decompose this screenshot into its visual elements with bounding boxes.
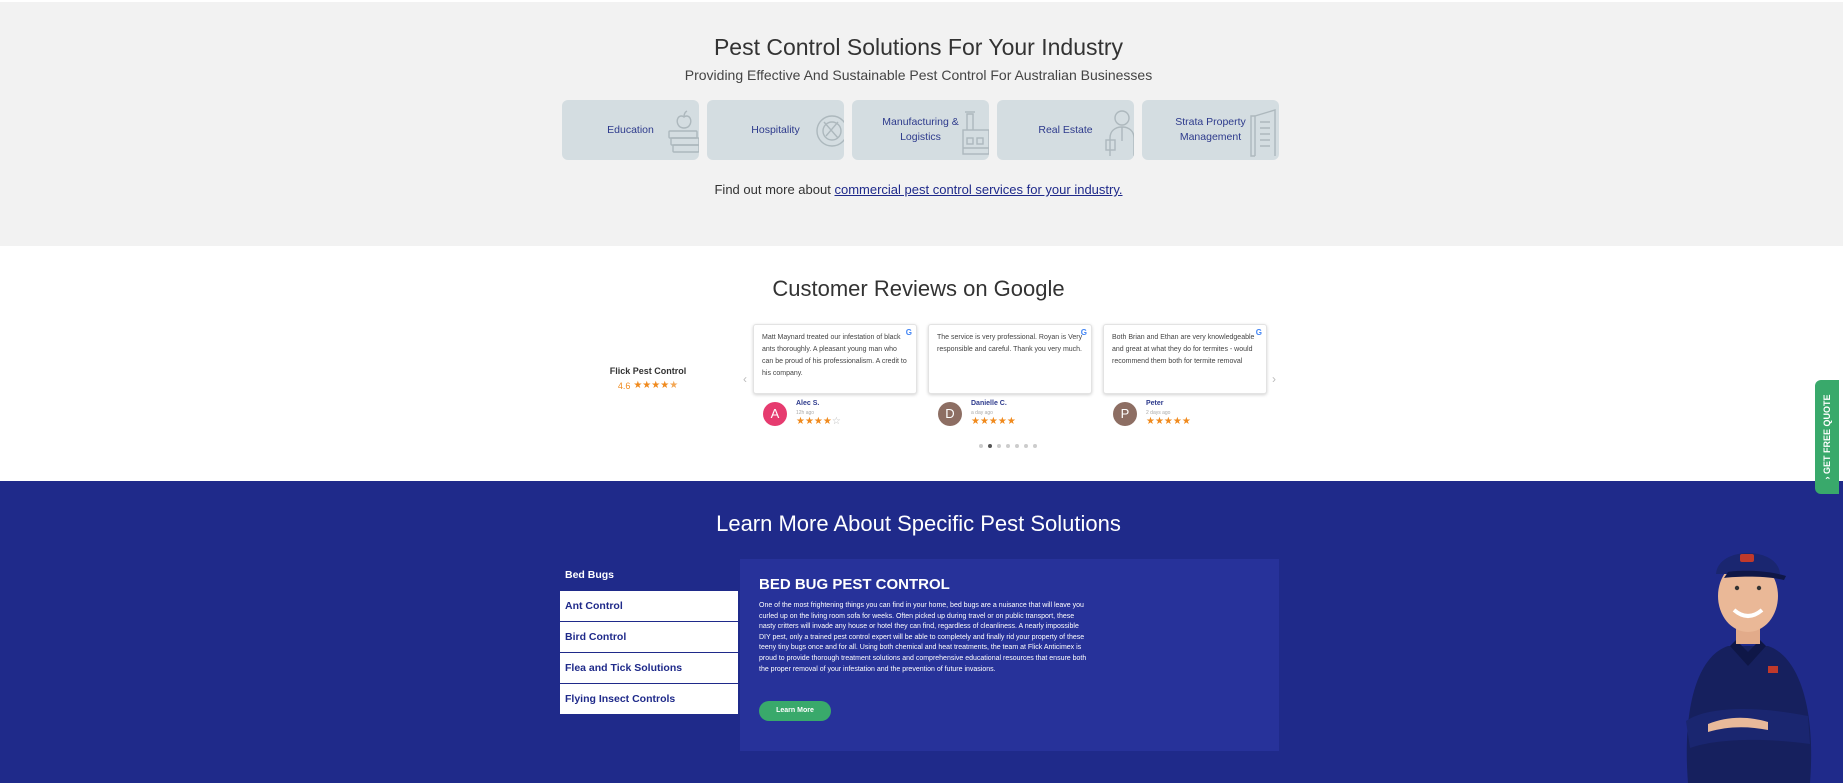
pest-panel: BED BUG PEST CONTROL One of the most fri… (740, 559, 1279, 751)
review-text: The service is very professional. Royan … (937, 334, 1083, 353)
industry-cards: Education Hospitality Manufacturing & Lo… (562, 100, 1279, 160)
brand-rating-value: 4.6 (617, 380, 631, 391)
industry-card-manufacturing[interactable]: Manufacturing & Logistics (852, 100, 989, 160)
industry-title: Pest Control Solutions For Your Industry (713, 34, 1124, 60)
carousel-dot[interactable] (1033, 444, 1037, 448)
review-stars: ★★★★★ (1146, 416, 1191, 427)
industry-card-hospitality[interactable]: Hospitality (707, 100, 844, 160)
reviewer-name: Peter (1146, 400, 1164, 407)
findout-prefix: Find out more about (714, 182, 831, 197)
industry-section: Pest Control Solutions For Your Industry… (0, 0, 1843, 246)
brand-summary: Flick Pest Control 4.6 ★★★★★ (598, 366, 698, 391)
google-icon: G (1080, 328, 1087, 337)
get-free-quote-tab[interactable]: › GET FREE QUOTE (1815, 380, 1839, 494)
industry-card-label: Real Estate (1038, 123, 1093, 136)
review-bubble: G Both Brian and Ethan are very knowledg… (1103, 324, 1267, 394)
pest-tabs: Bed Bugs Ant Control Bird Control Flea a… (560, 559, 738, 715)
carousel-dots (979, 444, 1037, 448)
commercial-services-link[interactable]: commercial pest control services for you… (834, 182, 1122, 197)
panel-text: One of the most frightening things you c… (759, 602, 1087, 673)
google-icon: G (905, 328, 912, 337)
avatar: P (1113, 402, 1137, 426)
reviewer-name: Danielle C. (971, 400, 1007, 407)
pest-solutions-section: Learn More About Specific Pest Solutions… (0, 481, 1843, 783)
industry-card-strata[interactable]: Strata Property Management (1142, 100, 1279, 160)
review-stars: ★★★★★ (971, 416, 1016, 427)
avatar: A (763, 402, 787, 426)
industry-findout: Find out more about commercial pest cont… (0, 182, 1837, 197)
review-author: D Danielle C. a day ago ★★★★★ (928, 400, 1092, 430)
carousel-dot[interactable] (997, 444, 1001, 448)
reviewer-name: Alec S. (796, 400, 820, 407)
learn-more-button[interactable]: Learn More (759, 701, 831, 721)
tab-bed-bugs[interactable]: Bed Bugs (560, 559, 738, 591)
review-author: A Alec S. 12h ago ★★★★☆ (753, 400, 917, 430)
panel-title: BED BUG PEST CONTROL (759, 576, 950, 593)
industry-card-label: Hospitality (751, 123, 800, 136)
review-bubble: G The service is very professional. Roya… (928, 324, 1092, 394)
review-card: G The service is very professional. Roya… (928, 324, 1092, 430)
carousel-dot[interactable] (1015, 444, 1019, 448)
industry-card-real-estate[interactable]: Real Estate (997, 100, 1134, 160)
review-text: Both Brian and Ethan are very knowledgea… (1112, 334, 1255, 365)
review-card: G Both Brian and Ethan are very knowledg… (1103, 324, 1267, 430)
reviews-prev-arrow[interactable]: ‹ (743, 372, 747, 386)
carousel-dot[interactable] (1024, 444, 1028, 448)
get-free-quote-label: › GET FREE QUOTE (1822, 394, 1832, 480)
technician-image (1686, 553, 1812, 783)
review-card: G Matt Maynard treated our infestation o… (753, 324, 917, 430)
review-text: Matt Maynard treated our infestation of … (762, 334, 907, 377)
review-author: P Peter 2 days ago ★★★★★ (1103, 400, 1267, 430)
reviews-section: Customer Reviews on Google Flick Pest Co… (0, 246, 1843, 481)
industry-card-label: Manufacturing & Logistics (882, 116, 959, 143)
brand-name: Flick Pest Control (609, 366, 687, 376)
industry-card-education[interactable]: Education (562, 100, 699, 160)
brand-rating-stars: ★★★★★ (633, 380, 679, 391)
carousel-dot-active[interactable] (988, 444, 992, 448)
tab-flea-tick[interactable]: Flea and Tick Solutions (560, 653, 738, 684)
tab-bird-control[interactable]: Bird Control (560, 622, 738, 653)
pest-title: Learn More About Specific Pest Solutions (716, 511, 1121, 536)
tab-ant-control[interactable]: Ant Control (560, 591, 738, 622)
avatar: D (938, 402, 962, 426)
industry-card-label: Strata Property Management (1175, 116, 1246, 143)
industry-subtitle: Providing Effective And Sustainable Pest… (684, 67, 1153, 83)
review-stars: ★★★★☆ (796, 416, 841, 427)
reviews-next-arrow[interactable]: › (1272, 372, 1276, 386)
reviews-title: Customer Reviews on Google (772, 276, 1065, 301)
tab-flying-insect[interactable]: Flying Insect Controls (560, 684, 738, 715)
industry-card-label: Education (607, 123, 654, 136)
carousel-dot[interactable] (979, 444, 983, 448)
brand-rating: 4.6 ★★★★★ (598, 380, 698, 391)
review-bubble: G Matt Maynard treated our infestation o… (753, 324, 917, 394)
google-icon: G (1255, 328, 1262, 337)
carousel-dot[interactable] (1006, 444, 1010, 448)
